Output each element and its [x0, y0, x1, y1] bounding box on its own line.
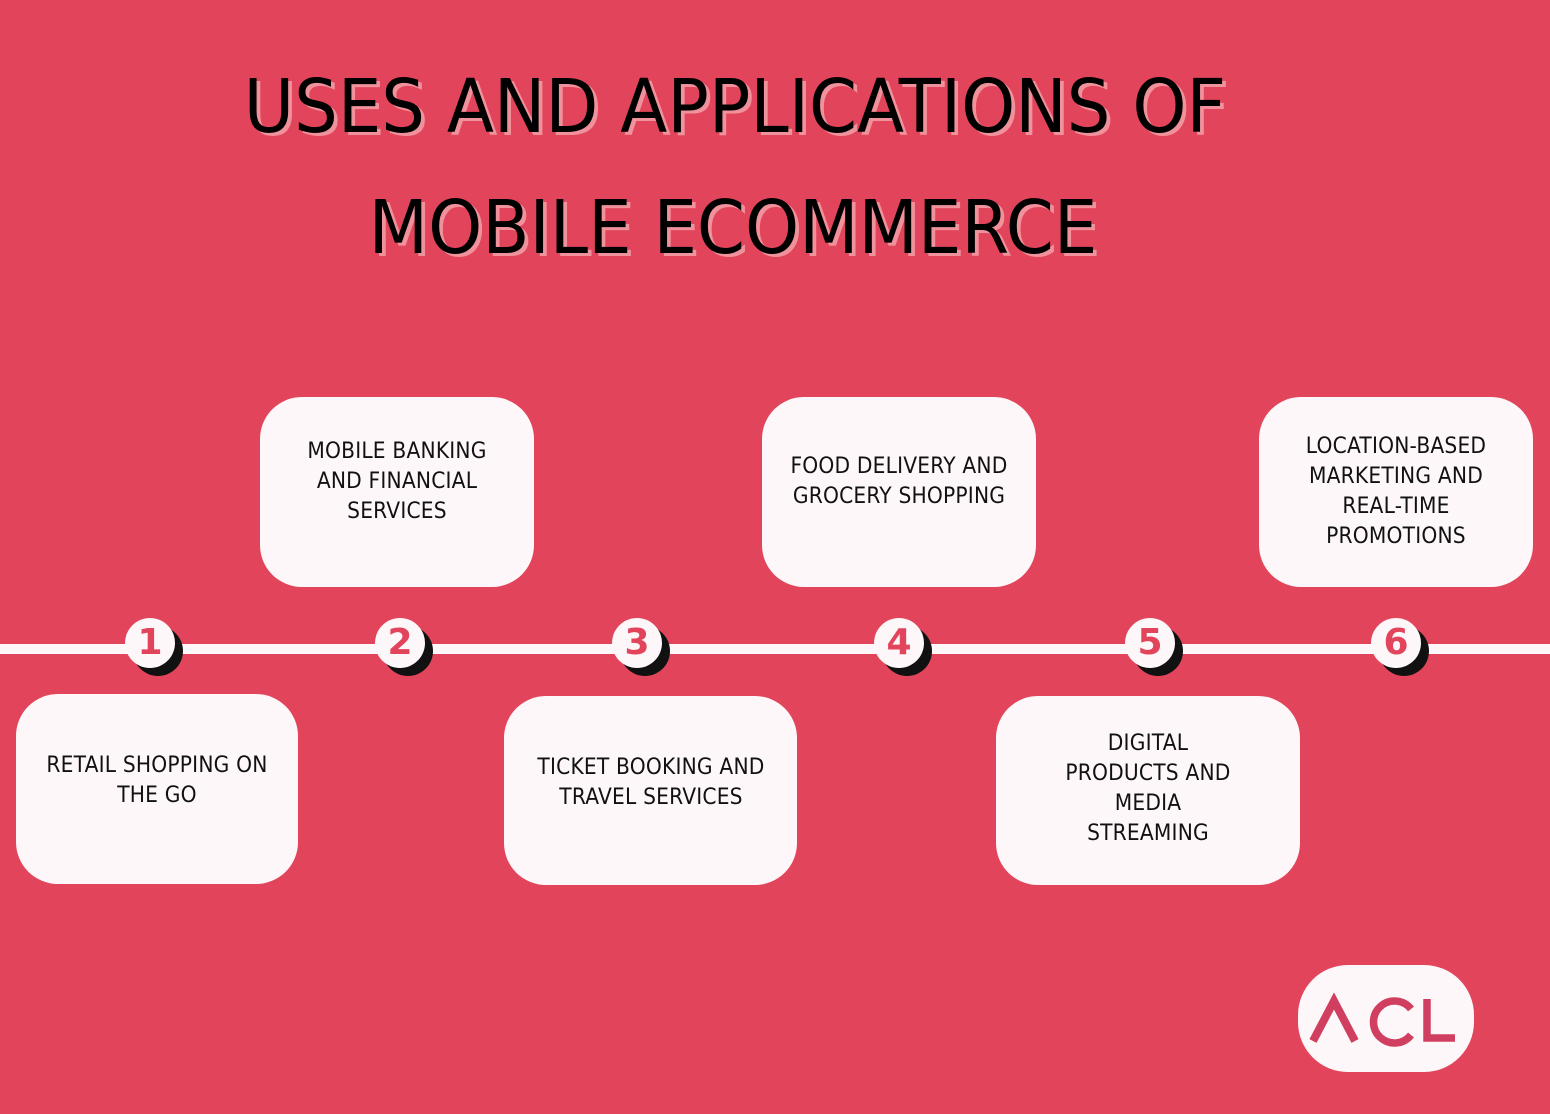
step-number: 3 — [612, 618, 662, 668]
step-card-3: TICKET BOOKING AND TRAVEL SERVICES — [504, 696, 797, 885]
step-label: DIGITAL PRODUCTS AND MEDIA STREAMING — [1065, 730, 1231, 846]
step-number: 1 — [125, 618, 175, 668]
step-marker-3: 3 — [612, 618, 670, 676]
step-number: 4 — [874, 618, 924, 668]
step-marker-1: 1 — [125, 618, 183, 676]
step-marker-5: 5 — [1125, 618, 1183, 676]
step-marker-4: 4 — [874, 618, 932, 676]
step-number: 2 — [375, 618, 425, 668]
step-card-6: LOCATION-BASED MARKETING AND REAL-TIME P… — [1259, 397, 1533, 587]
page-title-line-1: USES AND APPLICATIONS OF — [243, 64, 1227, 150]
step-card-2: MOBILE BANKING AND FINANCIAL SERVICES — [260, 397, 534, 587]
acl-logo-icon — [1309, 992, 1455, 1047]
step-marker-2: 2 — [375, 618, 433, 676]
step-card-1: RETAIL SHOPPING ON THE GO — [16, 694, 298, 884]
step-marker-6: 6 — [1371, 618, 1429, 676]
timeline-line — [0, 644, 1550, 654]
step-label: LOCATION-BASED MARKETING AND REAL-TIME P… — [1305, 434, 1487, 549]
step-number: 6 — [1371, 618, 1421, 668]
acl-logo — [1298, 965, 1474, 1072]
step-label: RETAIL SHOPPING ON THE GO — [46, 753, 268, 808]
step-label: TICKET BOOKING AND TRAVEL SERVICES — [536, 754, 765, 810]
step-card-4: FOOD DELIVERY AND GROCERY SHOPPING — [762, 397, 1036, 587]
step-number: 5 — [1125, 618, 1175, 668]
step-label: MOBILE BANKING AND FINANCIAL SERVICES — [307, 439, 487, 524]
page-title-line-2: MOBILE ECOMMERCE — [368, 185, 1098, 271]
step-label: FOOD DELIVERY AND GROCERY SHOPPING — [790, 454, 1008, 509]
step-card-5: DIGITAL PRODUCTS AND MEDIA STREAMING — [996, 696, 1300, 885]
